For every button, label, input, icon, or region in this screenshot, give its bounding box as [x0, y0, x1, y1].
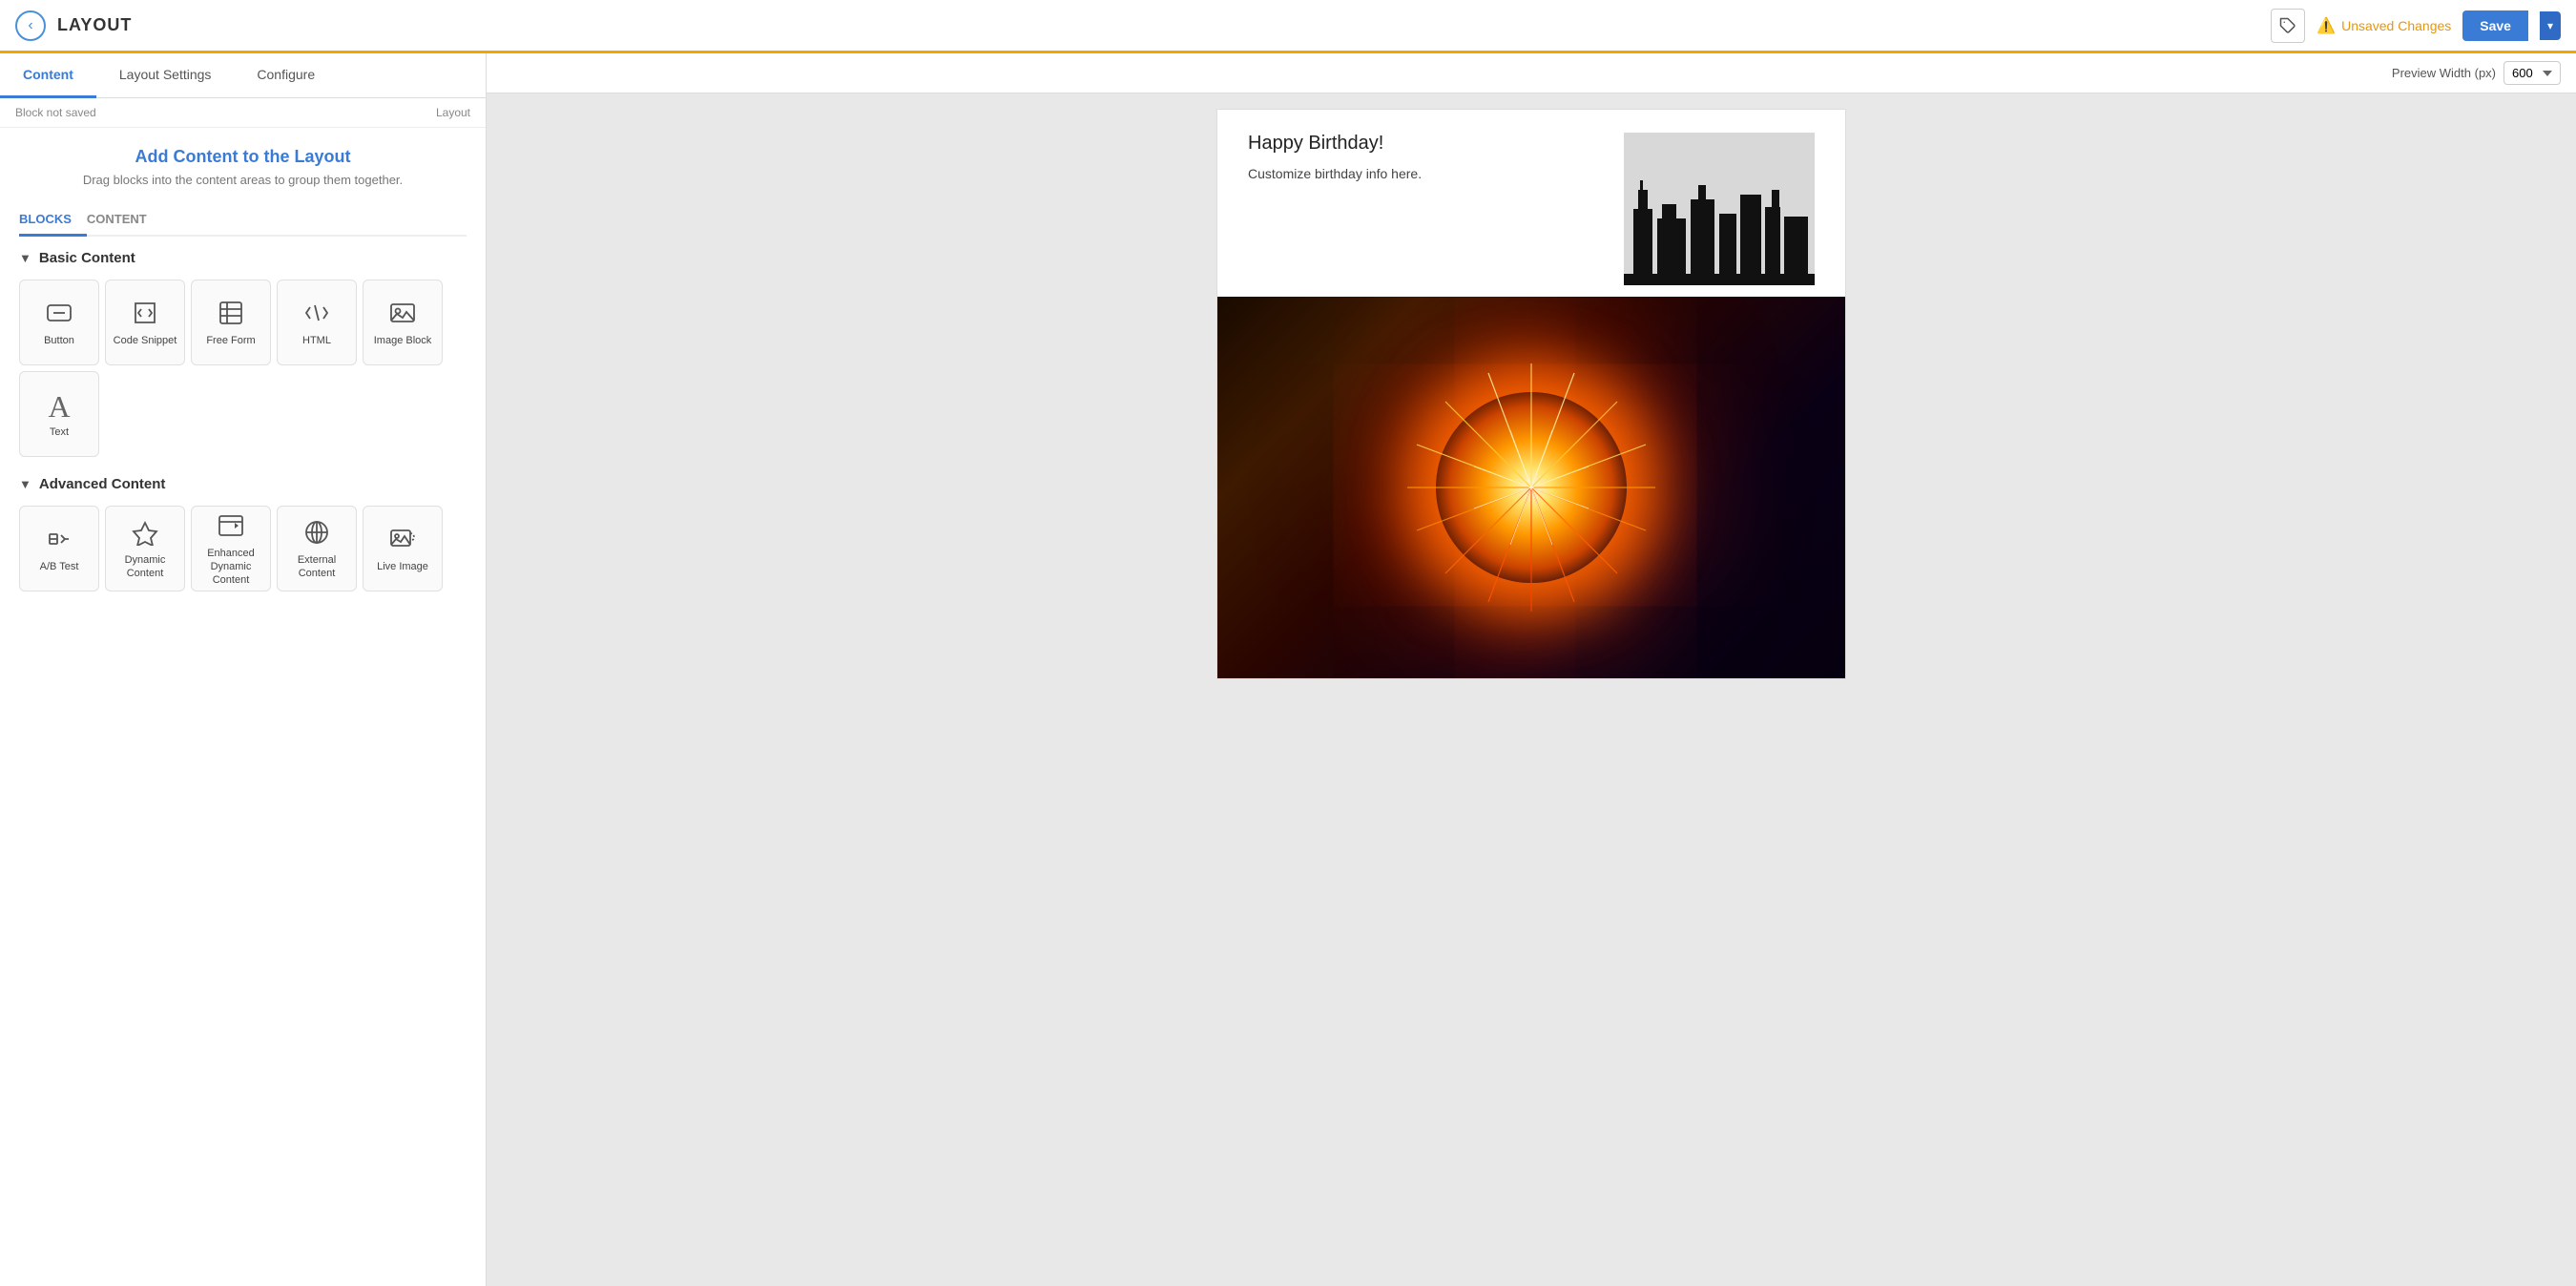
- canvas-inner: Happy Birthday! Customize birthday info …: [487, 93, 2576, 695]
- text-icon: A: [48, 391, 70, 422]
- advanced-content-grid: A/B Test Dynamic Content: [19, 506, 467, 591]
- email-heading: Happy Birthday!: [1248, 133, 1605, 155]
- code-snippet-icon: [132, 300, 158, 330]
- block-dynamic-content-label: Dynamic Content: [110, 553, 180, 581]
- external-content-icon: [303, 519, 330, 550]
- block-live-image[interactable]: Live Image: [363, 506, 443, 591]
- page-title: LAYOUT: [57, 15, 132, 35]
- advanced-content-header[interactable]: ▼ Advanced Content: [19, 476, 467, 492]
- block-dynamic-content[interactable]: Dynamic Content: [105, 506, 185, 591]
- top-bar-left: ‹ LAYOUT: [15, 10, 132, 41]
- main-layout: Content Layout Settings Configure Block …: [0, 53, 2576, 1286]
- back-button[interactable]: ‹: [15, 10, 46, 41]
- tab-content[interactable]: Content: [0, 53, 96, 98]
- top-bar: ‹ LAYOUT ⚠️ Unsaved Changes Save ▾: [0, 0, 2576, 53]
- preview-width-label: Preview Width (px): [2392, 66, 2496, 80]
- add-content-subtitle: Drag blocks into the content areas to gr…: [19, 173, 467, 187]
- save-dropdown-button[interactable]: ▾: [2540, 11, 2561, 40]
- basic-content-grid: Button Code Snippet: [19, 280, 467, 457]
- email-body: Customize birthday info here.: [1248, 166, 1605, 181]
- preview-toolbar: Preview Width (px) 600 400 500 700 800: [487, 53, 2576, 93]
- block-external-content-label: External Content: [281, 553, 352, 581]
- save-button[interactable]: Save: [2462, 10, 2528, 41]
- image-block-icon: [389, 300, 416, 330]
- sub-tab-content[interactable]: CONTENT: [87, 204, 162, 237]
- free-form-icon: [218, 300, 244, 330]
- enhanced-dynamic-icon: [218, 512, 244, 543]
- breadcrumb: Block not saved Layout: [0, 98, 486, 128]
- block-live-image-label: Live Image: [377, 560, 428, 573]
- layout-breadcrumb: Layout: [436, 106, 470, 119]
- block-free-form[interactable]: Free Form: [191, 280, 271, 365]
- block-image-block-label: Image Block: [374, 334, 432, 347]
- block-enhanced-dynamic[interactable]: Enhanced Dynamic Content: [191, 506, 271, 591]
- block-button-label: Button: [44, 334, 74, 347]
- button-icon: [46, 300, 73, 330]
- panel-content: Add Content to the Layout Drag blocks in…: [0, 128, 486, 1286]
- top-bar-right: ⚠️ Unsaved Changes Save ▾: [2271, 9, 2561, 43]
- block-external-content[interactable]: External Content: [277, 506, 357, 591]
- block-html[interactable]: HTML: [277, 280, 357, 365]
- basic-content-label: Basic Content: [39, 250, 135, 266]
- email-sparkler-image: [1217, 297, 1845, 678]
- tab-bar: Content Layout Settings Configure: [0, 53, 486, 98]
- advanced-content-label: Advanced Content: [39, 476, 166, 492]
- canvas-area: Preview Width (px) 600 400 500 700 800 H…: [487, 53, 2576, 1286]
- block-ab-test-label: A/B Test: [40, 560, 79, 573]
- block-text-label: Text: [50, 425, 69, 439]
- add-content-title: Add Content to the Layout: [19, 147, 467, 167]
- block-not-saved-label: Block not saved: [15, 106, 96, 119]
- email-city-image: [1624, 133, 1815, 285]
- basic-content-header[interactable]: ▼ Basic Content: [19, 250, 467, 266]
- tab-layout-settings[interactable]: Layout Settings: [96, 53, 235, 98]
- email-preview: Happy Birthday! Customize birthday info …: [1216, 109, 1846, 679]
- preview-width-select[interactable]: 600 400 500 700 800: [2503, 61, 2561, 85]
- block-text[interactable]: A Text: [19, 371, 99, 457]
- left-panel: Content Layout Settings Configure Block …: [0, 53, 487, 1286]
- ab-test-icon: [46, 526, 73, 556]
- sub-tab-blocks[interactable]: BLOCKS: [19, 204, 87, 237]
- block-html-label: HTML: [302, 334, 331, 347]
- block-button[interactable]: Button: [19, 280, 99, 365]
- unsaved-notice: ⚠️ Unsaved Changes: [2316, 16, 2451, 35]
- email-text-section: Happy Birthday! Customize birthday info …: [1217, 110, 1845, 297]
- live-image-icon: [389, 526, 416, 556]
- sub-tab-bar: BLOCKS CONTENT: [19, 204, 467, 237]
- block-code-snippet-label: Code Snippet: [114, 334, 177, 347]
- unsaved-label: Unsaved Changes: [2341, 18, 2451, 33]
- chevron-down-icon: ▼: [19, 251, 31, 265]
- block-free-form-label: Free Form: [206, 334, 255, 347]
- email-text-left: Happy Birthday! Customize birthday info …: [1248, 133, 1605, 181]
- block-code-snippet[interactable]: Code Snippet: [105, 280, 185, 365]
- tab-configure[interactable]: Configure: [234, 53, 338, 98]
- block-enhanced-dynamic-label: Enhanced Dynamic Content: [196, 547, 266, 588]
- tag-icon-button[interactable]: [2271, 9, 2305, 43]
- html-icon: [303, 300, 330, 330]
- warning-icon: ⚠️: [2316, 16, 2336, 35]
- block-image-block[interactable]: Image Block: [363, 280, 443, 365]
- chevron-down-icon-2: ▼: [19, 477, 31, 491]
- dynamic-content-icon: [132, 519, 158, 550]
- block-ab-test[interactable]: A/B Test: [19, 506, 99, 591]
